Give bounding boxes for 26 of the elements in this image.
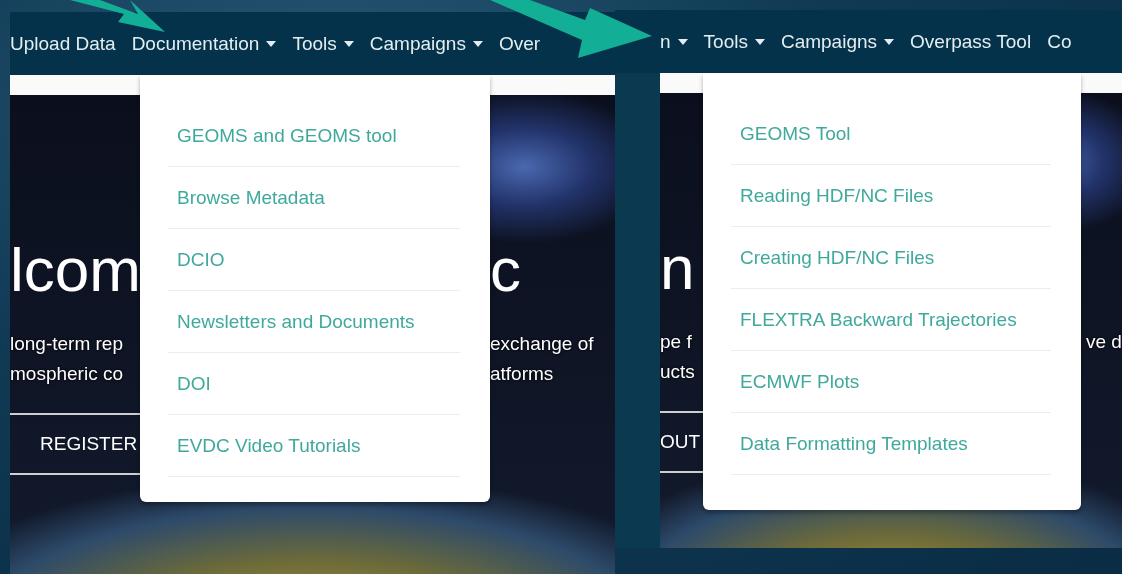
nav-link[interactable]: Tools <box>292 32 354 55</box>
nav-link[interactable]: Campaigns <box>369 32 483 55</box>
nav-link[interactable]: Co <box>1047 30 1072 53</box>
nav-link[interactable]: Upload Data <box>10 32 116 55</box>
hero-text: ucts <box>660 360 696 384</box>
caret-icon <box>472 40 483 47</box>
hero-text: exchange of <box>490 332 595 356</box>
hero-heading: c <box>490 235 522 305</box>
hero-text: mospheric co <box>10 362 124 386</box>
hero-text: long-term rep <box>10 332 124 356</box>
hero-text: pe f <box>660 330 693 354</box>
caret-icon <box>884 38 895 45</box>
caret-icon <box>677 38 688 45</box>
hero-heading: n <box>660 233 696 303</box>
hero-heading: lcom <box>10 235 142 305</box>
caret-icon <box>266 40 277 47</box>
nav-link[interactable]: n <box>660 30 688 53</box>
nav-link[interactable]: Documentation <box>131 32 277 55</box>
nav-link[interactable]: Tools <box>703 30 765 53</box>
nav-link[interactable]: Over <box>498 32 541 55</box>
caret-icon <box>343 40 354 47</box>
caret-icon <box>754 38 765 45</box>
hero-text: ve d <box>1086 330 1122 354</box>
nav-link[interactable]: Campaigns <box>780 30 895 53</box>
hero-text: atforms <box>490 362 555 386</box>
nav-link[interactable]: Overpass Tool <box>910 30 1032 53</box>
